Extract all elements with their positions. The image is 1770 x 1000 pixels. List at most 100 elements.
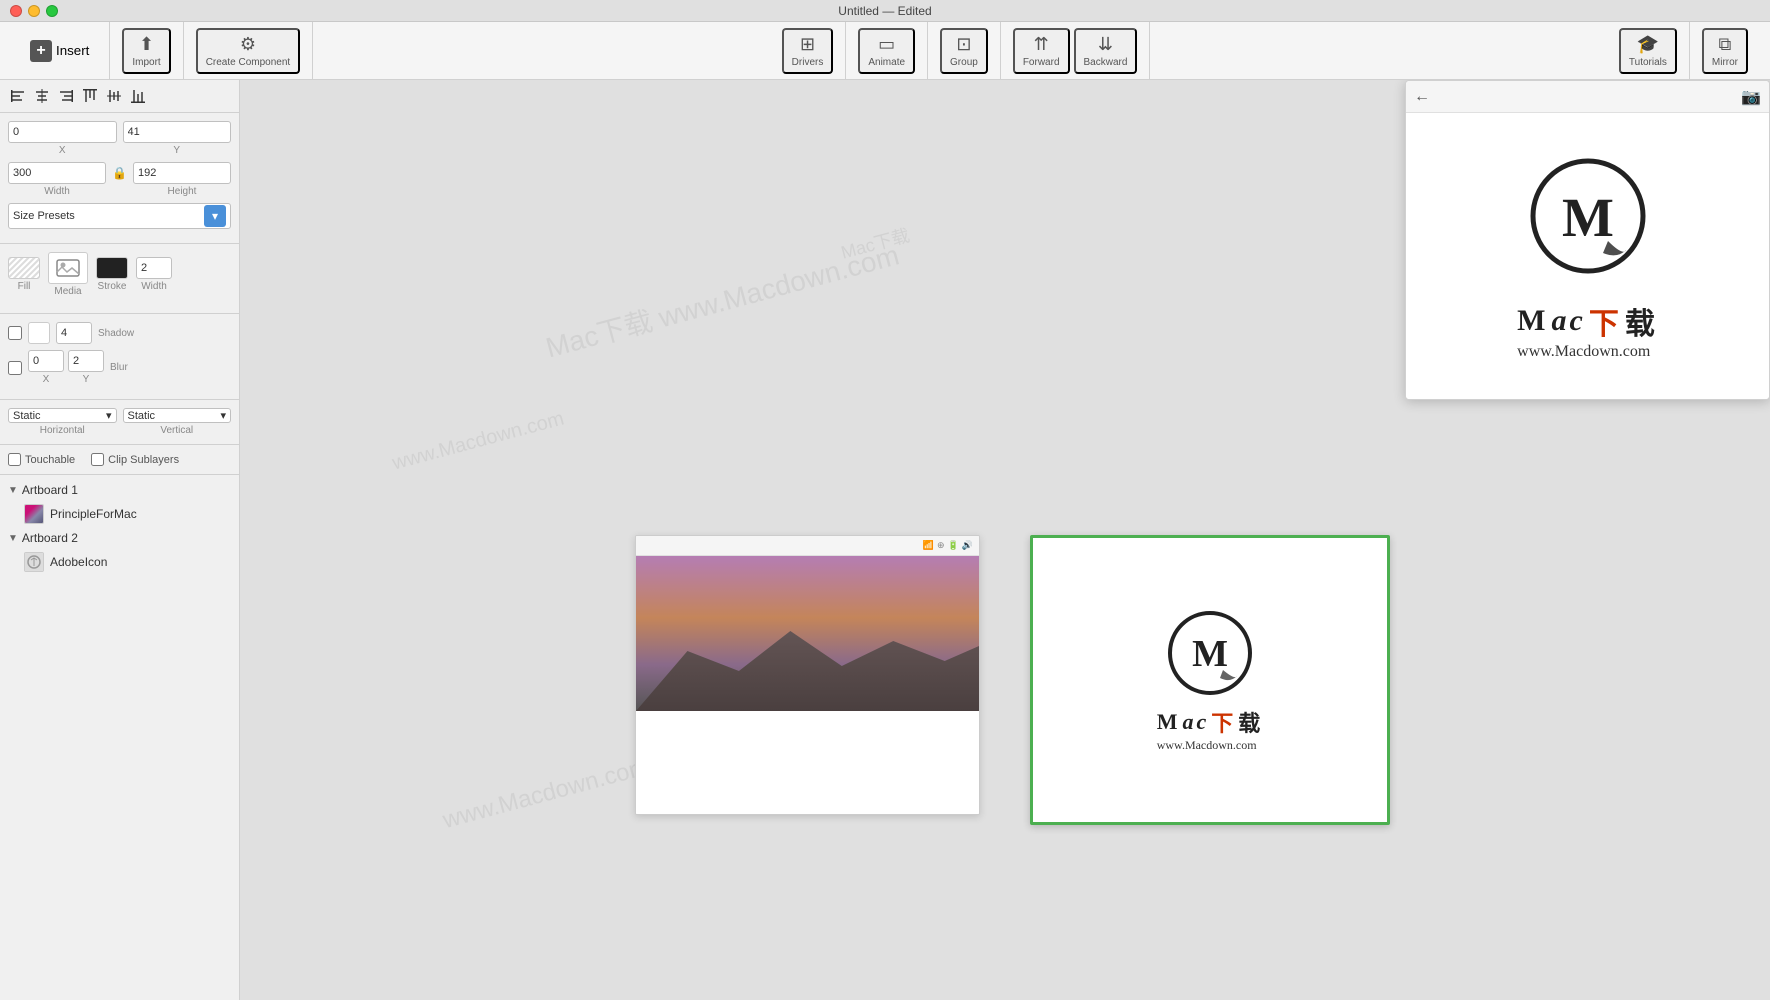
forward-button[interactable]: ⇈ Forward (1013, 28, 1070, 74)
align-center-h-icon[interactable] (32, 86, 52, 106)
y-input[interactable] (123, 121, 232, 143)
size-presets-dropdown[interactable]: Size Presets ▾ (8, 203, 231, 229)
align-bottom-icon[interactable] (128, 86, 148, 106)
artboard1-canvas: Artboard 1 📶 ⊕ 🔋 🔊 (635, 535, 980, 815)
clip-sublayers-checkbox[interactable] (91, 453, 104, 466)
horizontal-value: Static (13, 410, 41, 422)
vertical-col: Static ▾ Vertical (123, 408, 232, 436)
wifi-icon: 📶 (923, 540, 934, 551)
stroke-width-label: Width (141, 281, 167, 292)
size-presets-arrow-icon: ▾ (204, 205, 226, 227)
shadow-xy-group: X Y (28, 350, 104, 385)
maximize-button[interactable] (46, 5, 58, 17)
preview-camera-button[interactable]: 📷 (1741, 87, 1761, 107)
principle-for-mac-layer[interactable]: PrincipleForMac (0, 501, 239, 527)
tutorials-button[interactable]: 🎓 Tutorials (1619, 28, 1677, 74)
preview-panel: ← 📷 M Mac 下 载 www (1405, 80, 1770, 400)
vertical-label: Vertical (123, 425, 232, 436)
backward-icon: ⇊ (1098, 34, 1113, 55)
shadow-row: Shadow (8, 322, 231, 344)
watermark-4: www.Macdown.com (440, 753, 652, 835)
close-button[interactable] (10, 5, 22, 17)
artboard2-triangle-icon: ▼ (8, 533, 18, 544)
tutorials-label: Tutorials (1629, 57, 1667, 68)
position-section: X Y Width 🔒 Height (0, 113, 239, 244)
fill-col: Fill (8, 257, 40, 292)
stroke-swatch[interactable] (96, 257, 128, 279)
width-input[interactable] (8, 162, 106, 184)
lock-icon[interactable]: 🔒 (112, 166, 127, 180)
adobe-icon-layer[interactable]: AdobeIcon (0, 549, 239, 575)
width-label: Width (8, 186, 106, 197)
mountain-shape (636, 611, 979, 711)
touchable-item: Touchable (8, 453, 75, 466)
preview-mac-title: Mac 下 载 (1517, 299, 1658, 343)
align-left-icon[interactable] (8, 86, 28, 106)
insert-button[interactable]: + Insert (22, 36, 97, 66)
x-label: X (8, 145, 117, 156)
volume-icon: 🔊 (962, 540, 973, 551)
artboard1-item-label: PrincipleForMac (50, 507, 137, 521)
align-right-icon[interactable] (56, 86, 76, 106)
media-col: Media (48, 252, 88, 297)
height-input[interactable] (133, 162, 231, 184)
horizontal-dropdown[interactable]: Static ▾ (8, 408, 117, 423)
forward-label: Forward (1023, 57, 1060, 68)
adobe-thumb-image (25, 553, 43, 571)
import-button[interactable]: ⬆ Import (122, 28, 170, 74)
mac-logo: M Mac 下 载 www.Macdown.com (1137, 588, 1284, 773)
principle-thumb (24, 504, 44, 524)
create-component-button[interactable]: ⚙ Create Component (196, 28, 301, 74)
drivers-group: ⊞ Drivers (770, 22, 847, 79)
svg-text:M: M (1562, 187, 1614, 248)
blur-label: Blur (110, 362, 128, 373)
drivers-button[interactable]: ⊞ Drivers (782, 28, 834, 74)
blur-value-input[interactable] (56, 322, 92, 344)
mirror-button[interactable]: ⧉ Mirror (1702, 28, 1748, 74)
group-button[interactable]: ⊡ Group (940, 28, 988, 74)
size-presets-label: Size Presets (13, 210, 75, 222)
titlebar: Untitled — Edited (0, 0, 1770, 22)
shadow-x-label: X (43, 374, 50, 385)
shadow-checkbox[interactable] (8, 326, 22, 340)
watermark-1: Mac下载 www.Macdown.com (541, 234, 903, 367)
artboard1-top-bar: 📶 ⊕ 🔋 🔊 (636, 536, 979, 556)
preview-mac-svg: M (1523, 151, 1653, 281)
layers-section: ▼ Artboard 1 PrincipleForMac ▼ Artboard … (0, 475, 239, 1000)
align-center-v-icon[interactable] (104, 86, 124, 106)
shadow-x-input[interactable] (28, 350, 64, 372)
media-button[interactable] (48, 252, 88, 284)
canvas-area[interactable]: Mac下载 www.Macdown.com www.Macdown.com Ma… (240, 80, 1770, 1000)
align-top-icon[interactable] (80, 86, 100, 106)
titlebar-buttons (10, 5, 58, 17)
fill-row: Fill Media Stroke (8, 252, 231, 297)
artboard1-header[interactable]: ▼ Artboard 1 (0, 479, 239, 501)
shadow-y-label: Y (83, 374, 90, 385)
backward-button[interactable]: ⇊ Backward (1074, 28, 1138, 74)
toolbar: + Insert ⬆ Import ⚙ Create Component ⊞ D… (0, 22, 1770, 80)
main-layout: X Y Width 🔒 Height (0, 80, 1770, 1000)
preview-text-block: Mac 下 载 www.Macdown.com (1517, 299, 1658, 361)
create-component-icon: ⚙ (240, 34, 256, 55)
mac-text-block: Mac 下 载 www.Macdown.com (1157, 706, 1264, 753)
checkbox-section: Touchable Clip Sublayers (0, 445, 239, 475)
animate-icon: ▭ (878, 34, 895, 55)
minimize-button[interactable] (28, 5, 40, 17)
preview-back-button[interactable]: ← (1414, 88, 1430, 106)
mirror-icon: ⧉ (1719, 34, 1732, 55)
touchable-checkbox[interactable] (8, 453, 21, 466)
shadow-color-swatch[interactable] (28, 322, 50, 344)
x-input[interactable] (8, 121, 117, 143)
artboard2-header[interactable]: ▼ Artboard 2 (0, 527, 239, 549)
fill-swatch[interactable] (8, 257, 40, 279)
left-panel: X Y Width 🔒 Height (0, 80, 240, 1000)
shadow-label: Shadow (98, 328, 134, 339)
blur-checkbox[interactable] (8, 361, 22, 375)
height-input-group: Height (133, 162, 231, 197)
vertical-dropdown[interactable]: Static ▾ (123, 408, 232, 423)
y-label: Y (123, 145, 232, 156)
stroke-width-input[interactable] (136, 257, 172, 279)
animate-button[interactable]: ▭ Animate (858, 28, 915, 74)
preview-content: M Mac 下 载 www.Macdown.com (1406, 113, 1769, 399)
shadow-y-input[interactable] (68, 350, 104, 372)
